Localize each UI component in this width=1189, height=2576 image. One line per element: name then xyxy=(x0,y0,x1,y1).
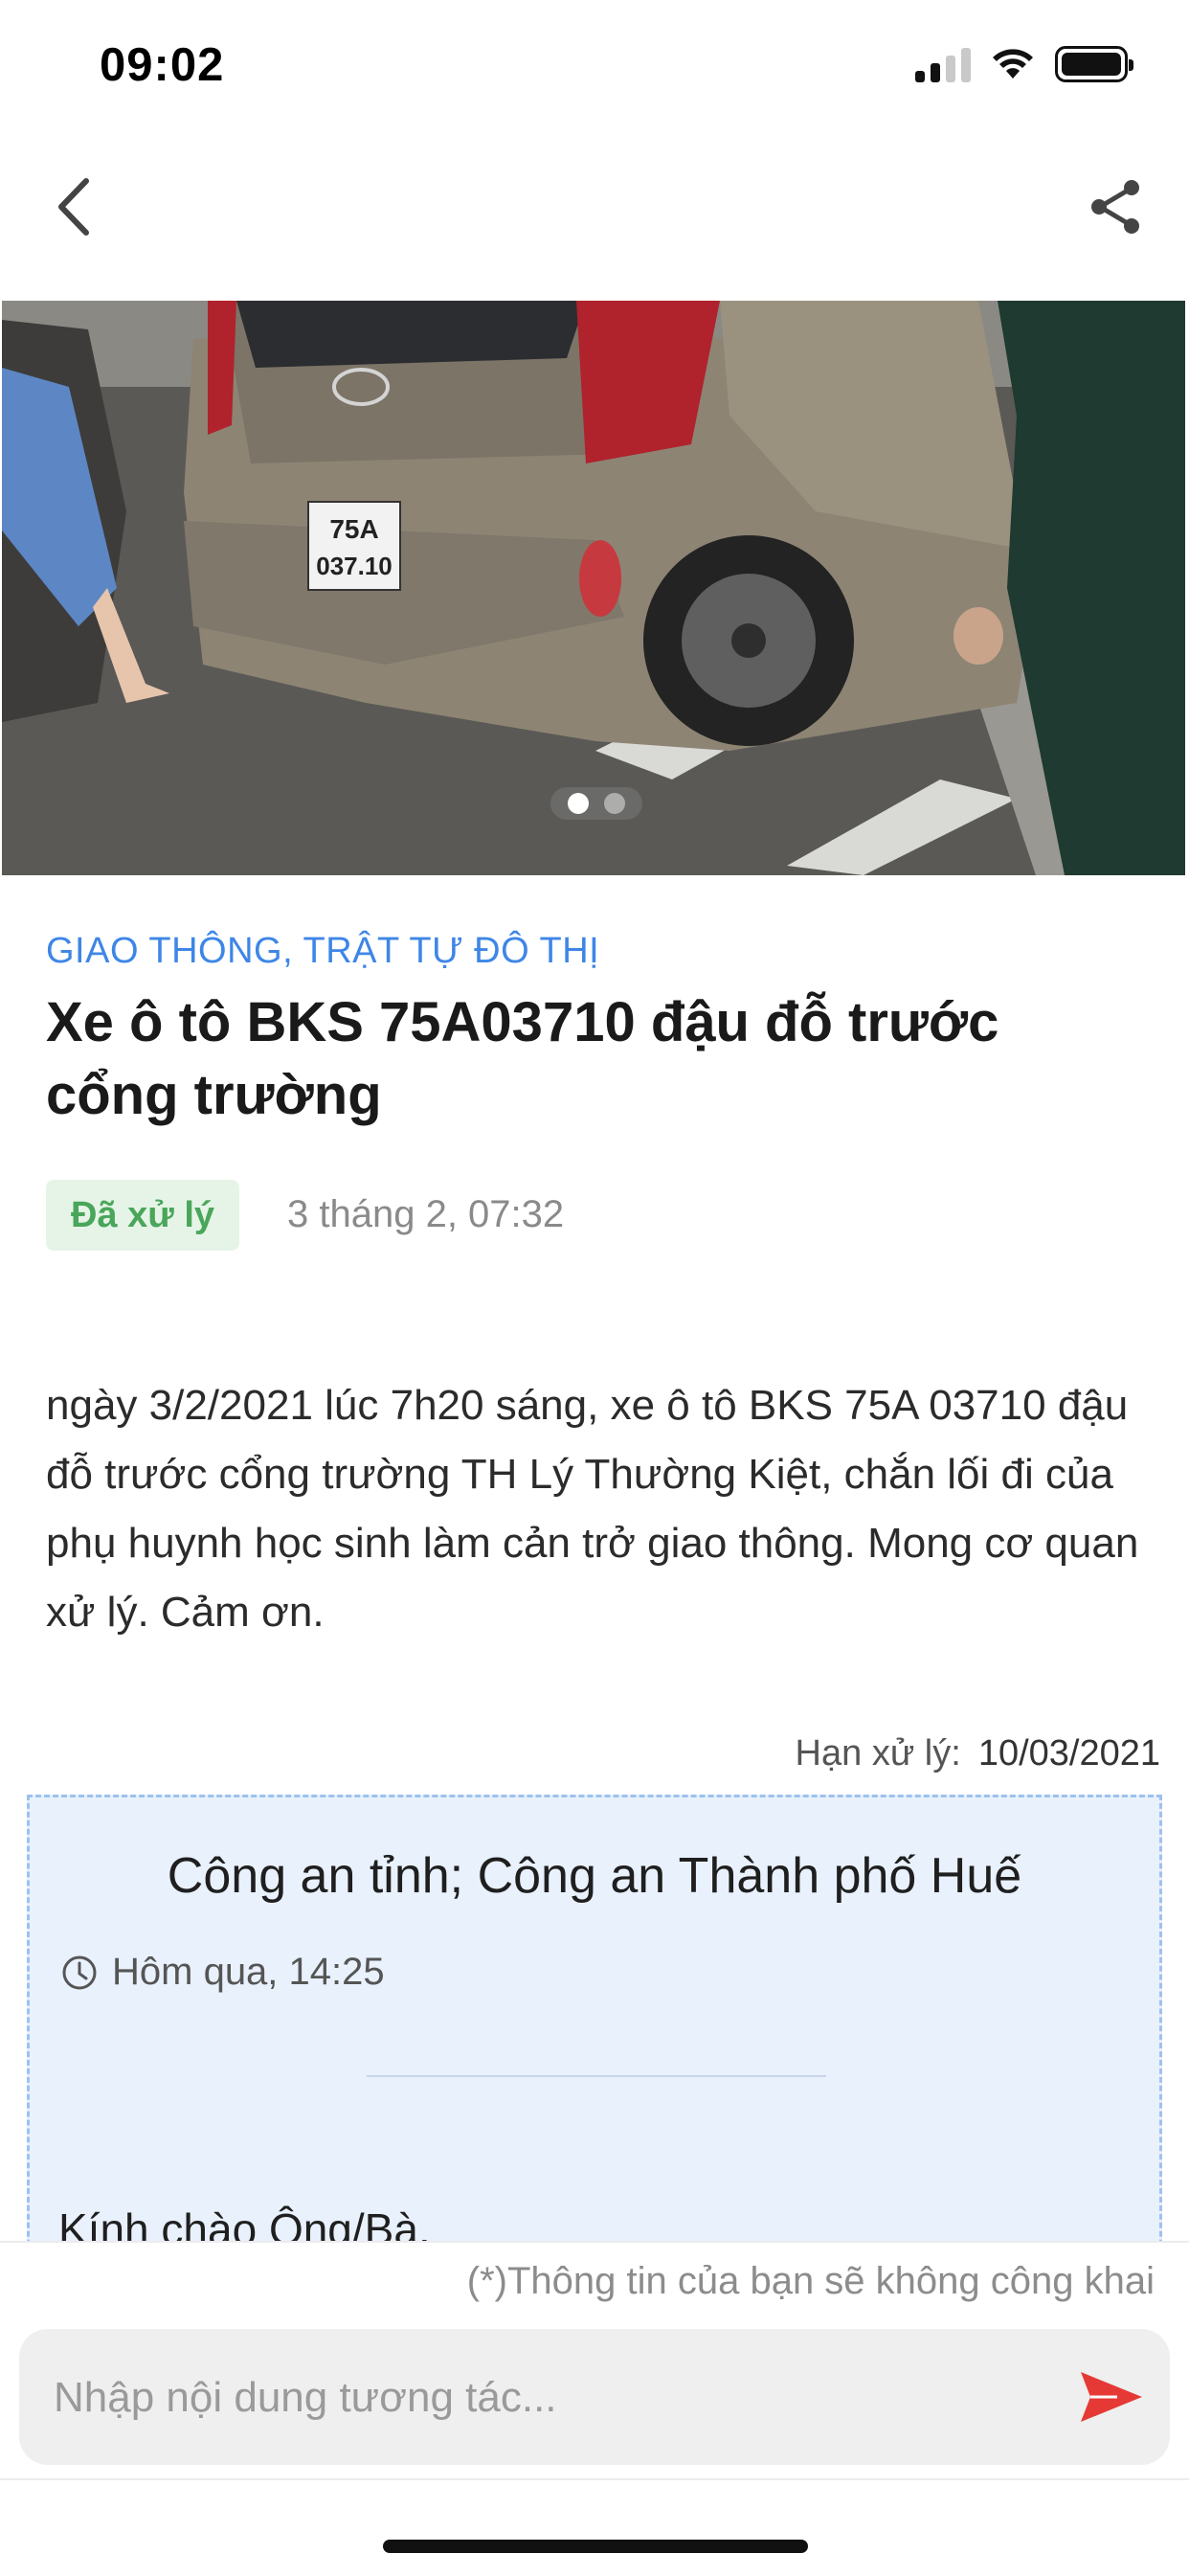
pager-dot-1[interactable] xyxy=(568,793,589,814)
signal-icon xyxy=(915,46,971,82)
share-button[interactable] xyxy=(1078,169,1155,245)
response-time: Hôm qua, 14:25 xyxy=(60,1951,385,1994)
response-time-text: Hôm qua, 14:25 xyxy=(112,1951,385,1993)
composer-divider xyxy=(0,2478,1189,2480)
deadline-value: 10/03/2021 xyxy=(977,1733,1160,1774)
status-icons xyxy=(915,46,1133,82)
svg-text:037.10: 037.10 xyxy=(316,552,393,580)
message-input[interactable] xyxy=(52,2329,1032,2467)
chevron-left-icon xyxy=(58,178,89,236)
status-time: 09:02 xyxy=(100,39,225,91)
status-badge: Đã xử lý xyxy=(46,1180,240,1251)
home-indicator[interactable] xyxy=(383,2540,808,2553)
report-date: 3 tháng 2, 07:32 xyxy=(287,1193,565,1235)
report-category[interactable]: GIAO THÔNG, TRẬT TỰ ĐÔ THỊ xyxy=(46,931,599,972)
svg-text:75A: 75A xyxy=(329,514,378,544)
battery-icon xyxy=(1055,46,1133,82)
nav-bar xyxy=(0,144,1189,268)
send-button[interactable] xyxy=(1078,2367,1145,2427)
report-photo[interactable]: 75A 037.10 xyxy=(2,301,1185,875)
gallery-pager[interactable] xyxy=(550,787,642,820)
message-input-box[interactable] xyxy=(19,2329,1170,2467)
response-agency: Công an tỉnh; Công an Thành phố Huế xyxy=(167,1848,1022,1904)
deadline-label: Hạn xử lý: xyxy=(795,1733,961,1774)
deadline: Hạn xử lý: 10/03/2021 xyxy=(796,1733,1160,1774)
back-button[interactable] xyxy=(34,169,111,245)
privacy-note: (*)Thông tin của bạn sẽ không công khai xyxy=(466,2260,1155,2302)
send-icon xyxy=(1081,2372,1142,2422)
pager-dot-2[interactable] xyxy=(604,793,625,814)
status-bar: 09:02 xyxy=(0,0,1189,134)
report-title: Xe ô tô BKS 75A03710 đậu đỗ trước cổng t… xyxy=(46,991,999,1126)
composer-panel: (*)Thông tin của bạn sẽ không công khai xyxy=(0,2241,1189,2576)
wifi-icon xyxy=(992,48,1034,80)
clock-icon xyxy=(62,1955,97,1989)
response-divider xyxy=(367,2075,826,2077)
report-description: ngày 3/2/2021 lúc 7h20 sáng, xe ô tô BKS… xyxy=(46,1382,1139,1636)
share-icon xyxy=(1091,180,1139,234)
